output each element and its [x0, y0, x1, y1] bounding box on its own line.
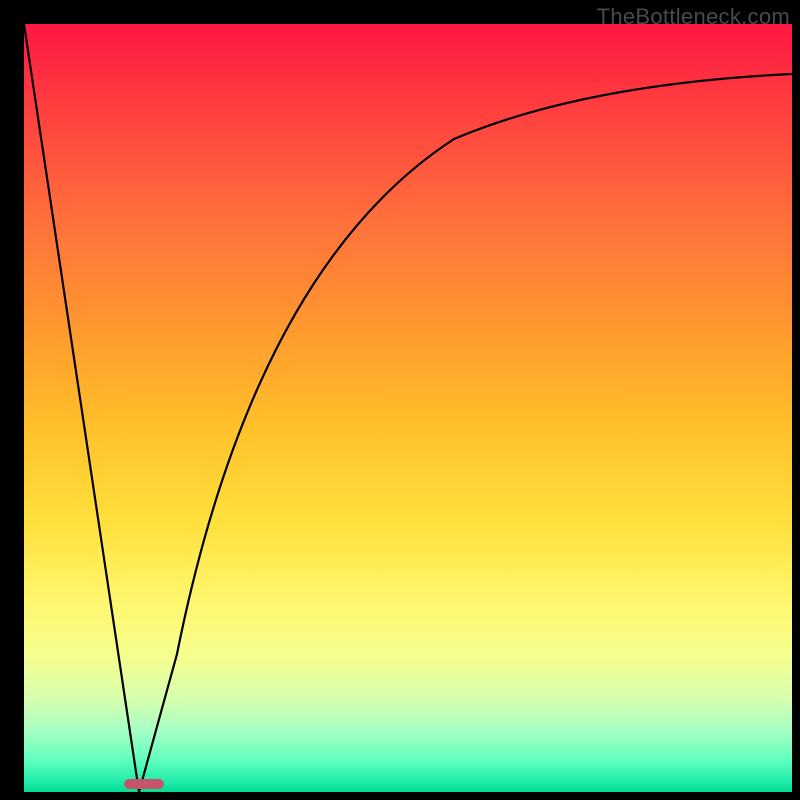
curve-right-segment [139, 74, 792, 792]
chart-frame: TheBottleneck.com [0, 0, 800, 800]
watermark-text: TheBottleneck.com [597, 4, 790, 30]
curve-left-segment [24, 24, 139, 792]
minimum-marker [124, 779, 164, 789]
bottleneck-curve [24, 24, 792, 792]
